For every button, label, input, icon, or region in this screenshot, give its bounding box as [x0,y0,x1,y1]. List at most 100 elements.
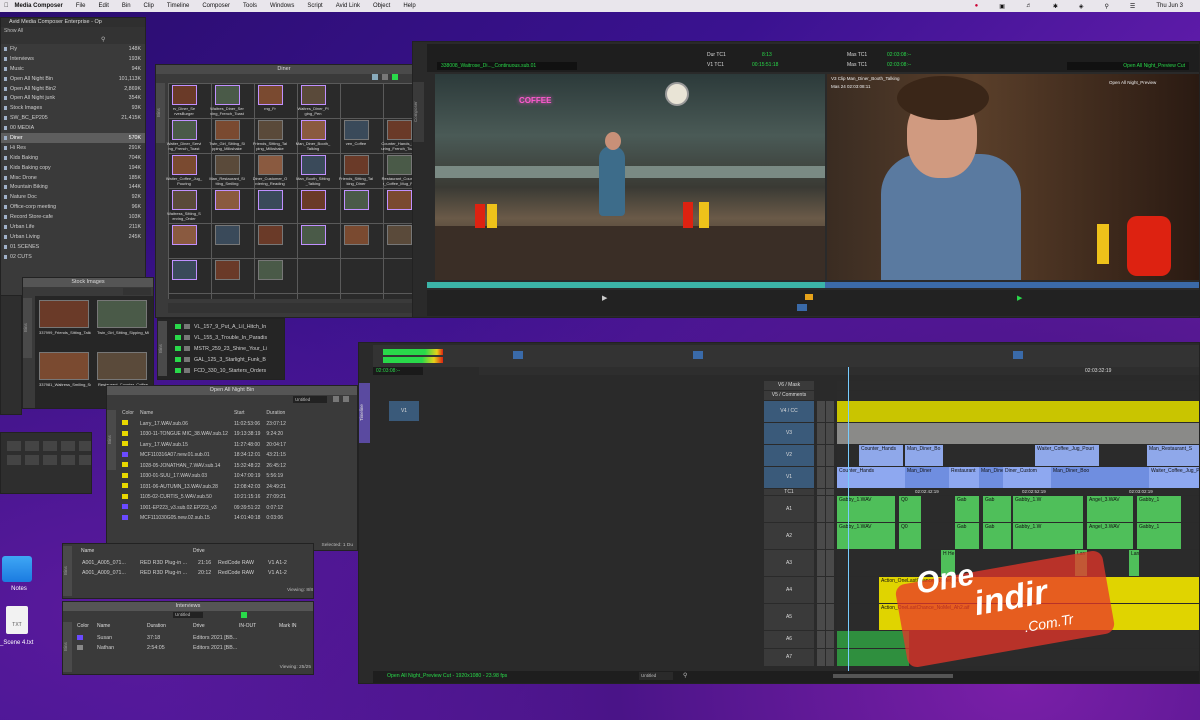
red-side-tab[interactable]: Bins [63,546,72,596]
project-bin-item[interactable]: Office-corp meeting 96K [1,202,145,212]
timeline-clip[interactable]: Gabby_1.WAV [837,496,895,522]
track-header[interactable]: V4 / CC [764,401,814,422]
project-bin-item[interactable]: Open All Night Bin 101,113K [1,74,145,84]
timeline-clip[interactable]: Man_Diner_Bo [905,445,943,466]
clip-thumbnail[interactable] [215,190,240,210]
timeline-clip[interactable]: Gabby_1 [1137,496,1181,522]
timeline-clip[interactable]: Gab [955,496,979,522]
table-row[interactable]: 1028-05-JONATHAN_7.WAV.sub.14 15:32:48:22… [119,461,289,472]
project-bin-item[interactable]: 02 CUTS [1,252,145,262]
table-row[interactable]: MCF110316A07.new.01.sub.01 18:34:12:01 43:… [119,450,289,461]
project-bin-item[interactable]: Diner 570K [1,133,145,143]
toolbar-button[interactable] [693,351,703,359]
project-bin-item[interactable]: 00 MEDIA [1,123,145,133]
music-clip-row[interactable]: VL_155_3_Trouble_In_Paradis [172,332,284,343]
project-filter[interactable]: Show All [1,27,145,36]
track-mute-toggle[interactable] [826,550,834,576]
record-sequence-name[interactable]: Open All Night_Preview Cut [1067,62,1189,70]
track-mute-toggle[interactable] [826,445,834,466]
project-search-icon[interactable]: ⚲ [101,36,105,43]
search-icon[interactable]: ⚲ [1105,3,1109,10]
stock-thumbnail[interactable] [97,352,147,380]
timeline-clip[interactable]: Larr [1129,550,1139,576]
notes-folder-label[interactable]: Notes [2,586,36,592]
clip-thumbnail[interactable] [301,120,326,140]
track-lock-toggle[interactable] [817,445,825,466]
timeline-clip[interactable]: Man_Diner [905,467,949,488]
oan-view-select[interactable]: Untitled [293,396,327,403]
track-mute-toggle[interactable] [826,649,834,666]
col-name[interactable]: Name [97,623,147,629]
sound-icon[interactable]: ♬ [1026,3,1032,9]
col-name[interactable]: Name [137,408,231,419]
clip-thumbnail[interactable] [215,225,240,245]
timeline-clip[interactable]: Counter_Hands [859,445,903,466]
menu-clip[interactable]: Clip [144,3,154,9]
project-bin-item[interactable]: SW_BC_EP205 21,415K [1,113,145,123]
clip-thumbnail[interactable] [344,190,369,210]
menu-bin[interactable]: Bin [122,3,131,9]
palette-button[interactable] [79,441,91,451]
timeline-clip[interactable]: Action_OneLastChance_NoMel_Ah2.aif [879,604,1199,630]
project-bin-item[interactable]: Urban Living 245K [1,232,145,242]
table-row[interactable]: 1030-11-TONGUE MIC_38.WAV.sub.12 19:13:38… [119,429,289,440]
track-mute-toggle[interactable] [826,577,834,603]
position-indicator[interactable] [848,367,849,671]
table-row[interactable]: 1031-06-AUTUMN_13.WAV.sub.28 12:08:42:03 2… [119,482,289,493]
lock-icon[interactable] [241,612,247,618]
timeline-clip[interactable]: Action_OneLastChance_NoMel_Ah2.aif [879,577,1199,603]
timeline-clip[interactable]: Angel_3.WAV [1087,496,1133,522]
clip-thumbnail[interactable] [215,85,240,105]
track-header[interactable]: A5 [764,604,814,630]
timeline-clip[interactable]: Man_Diner_Boo [1051,467,1149,488]
table-row[interactable]: MCF111030G05.new.02.sub.15 14:01:40:18 0:0… [119,513,289,524]
clip-thumbnail[interactable] [215,260,240,280]
app-menu[interactable]: Media Composer [15,3,63,9]
track-header[interactable]: V2 [764,445,814,466]
track-header[interactable]: V3 [764,423,814,444]
music-clip-row[interactable]: GAL_125_3_Starlight_Funk_B [172,354,284,365]
col-drive[interactable]: Drive [193,548,205,554]
track-lane[interactable] [837,391,1199,400]
source-clip-name[interactable]: 338008_Waitrose_Di..._Continuous.sub.01 [437,62,577,70]
track-mute-toggle[interactable] [826,401,834,422]
col-duration[interactable]: Duration [147,623,193,629]
track-lock-toggle[interactable] [817,489,825,495]
timeline-clip[interactable]: Diner_Custom [1003,467,1051,488]
palette-button[interactable] [43,455,57,465]
track-lock-toggle[interactable] [817,467,825,488]
record-play-icon[interactable]: ▶ [1017,294,1022,302]
project-bin-item[interactable]: Record Store-cafe 103K [1,212,145,222]
source-position-bar[interactable] [427,282,825,288]
menu-edit[interactable]: Edit [99,3,109,9]
interviews-title[interactable]: Interviews [63,602,313,611]
record-monitor[interactable]: V3 Clip Man_Diner_Booth_Talking Mas 24 0… [827,74,1199,280]
col-name[interactable]: Name [81,548,94,554]
palette-button[interactable] [7,441,21,451]
clip-thumbnail[interactable] [387,190,412,210]
clip-thumbnail[interactable] [172,260,197,280]
bluetooth-icon[interactable]: ✱ [1053,3,1058,10]
toolbar-button[interactable] [513,351,523,359]
project-bin-item[interactable]: Hi Res 291K [1,143,145,153]
palette-button[interactable] [7,455,21,465]
diner-scrollbar[interactable] [168,303,412,313]
project-bin-item[interactable]: Mountain Biking 144K [1,182,145,192]
menu-avid-link[interactable]: Avid Link [336,3,360,9]
table-row[interactable]: 1001-EP223_v3.sub.02.EP223_v3 09:39:51:22… [119,503,289,514]
oan-view-icon[interactable] [343,396,349,402]
track-lane[interactable] [837,550,1199,576]
track-mute-toggle[interactable] [826,467,834,488]
clip-thumbnail[interactable] [301,155,326,175]
text-file-icon[interactable]: TXT [6,606,28,634]
clip-thumbnail[interactable] [301,225,326,245]
table-row[interactable]: A001_A009_071... RED R3D Plug-in ... 20:12… [79,568,309,578]
table-row[interactable]: Susan 37:18 Editors 2021 [BB... [77,633,313,643]
col-drive[interactable]: Drive [193,623,239,629]
track-lock-toggle[interactable] [817,649,825,666]
oan-title[interactable]: Open All Night Bin [107,386,357,395]
palette-button[interactable] [25,455,39,465]
table-row[interactable]: Larry_17.WAV.sub.06 11:02:53:06 23:07:12 [119,419,289,430]
clock[interactable]: Thu Jun 3 [1156,3,1183,9]
menu-timeline[interactable]: Timeline [167,3,189,9]
